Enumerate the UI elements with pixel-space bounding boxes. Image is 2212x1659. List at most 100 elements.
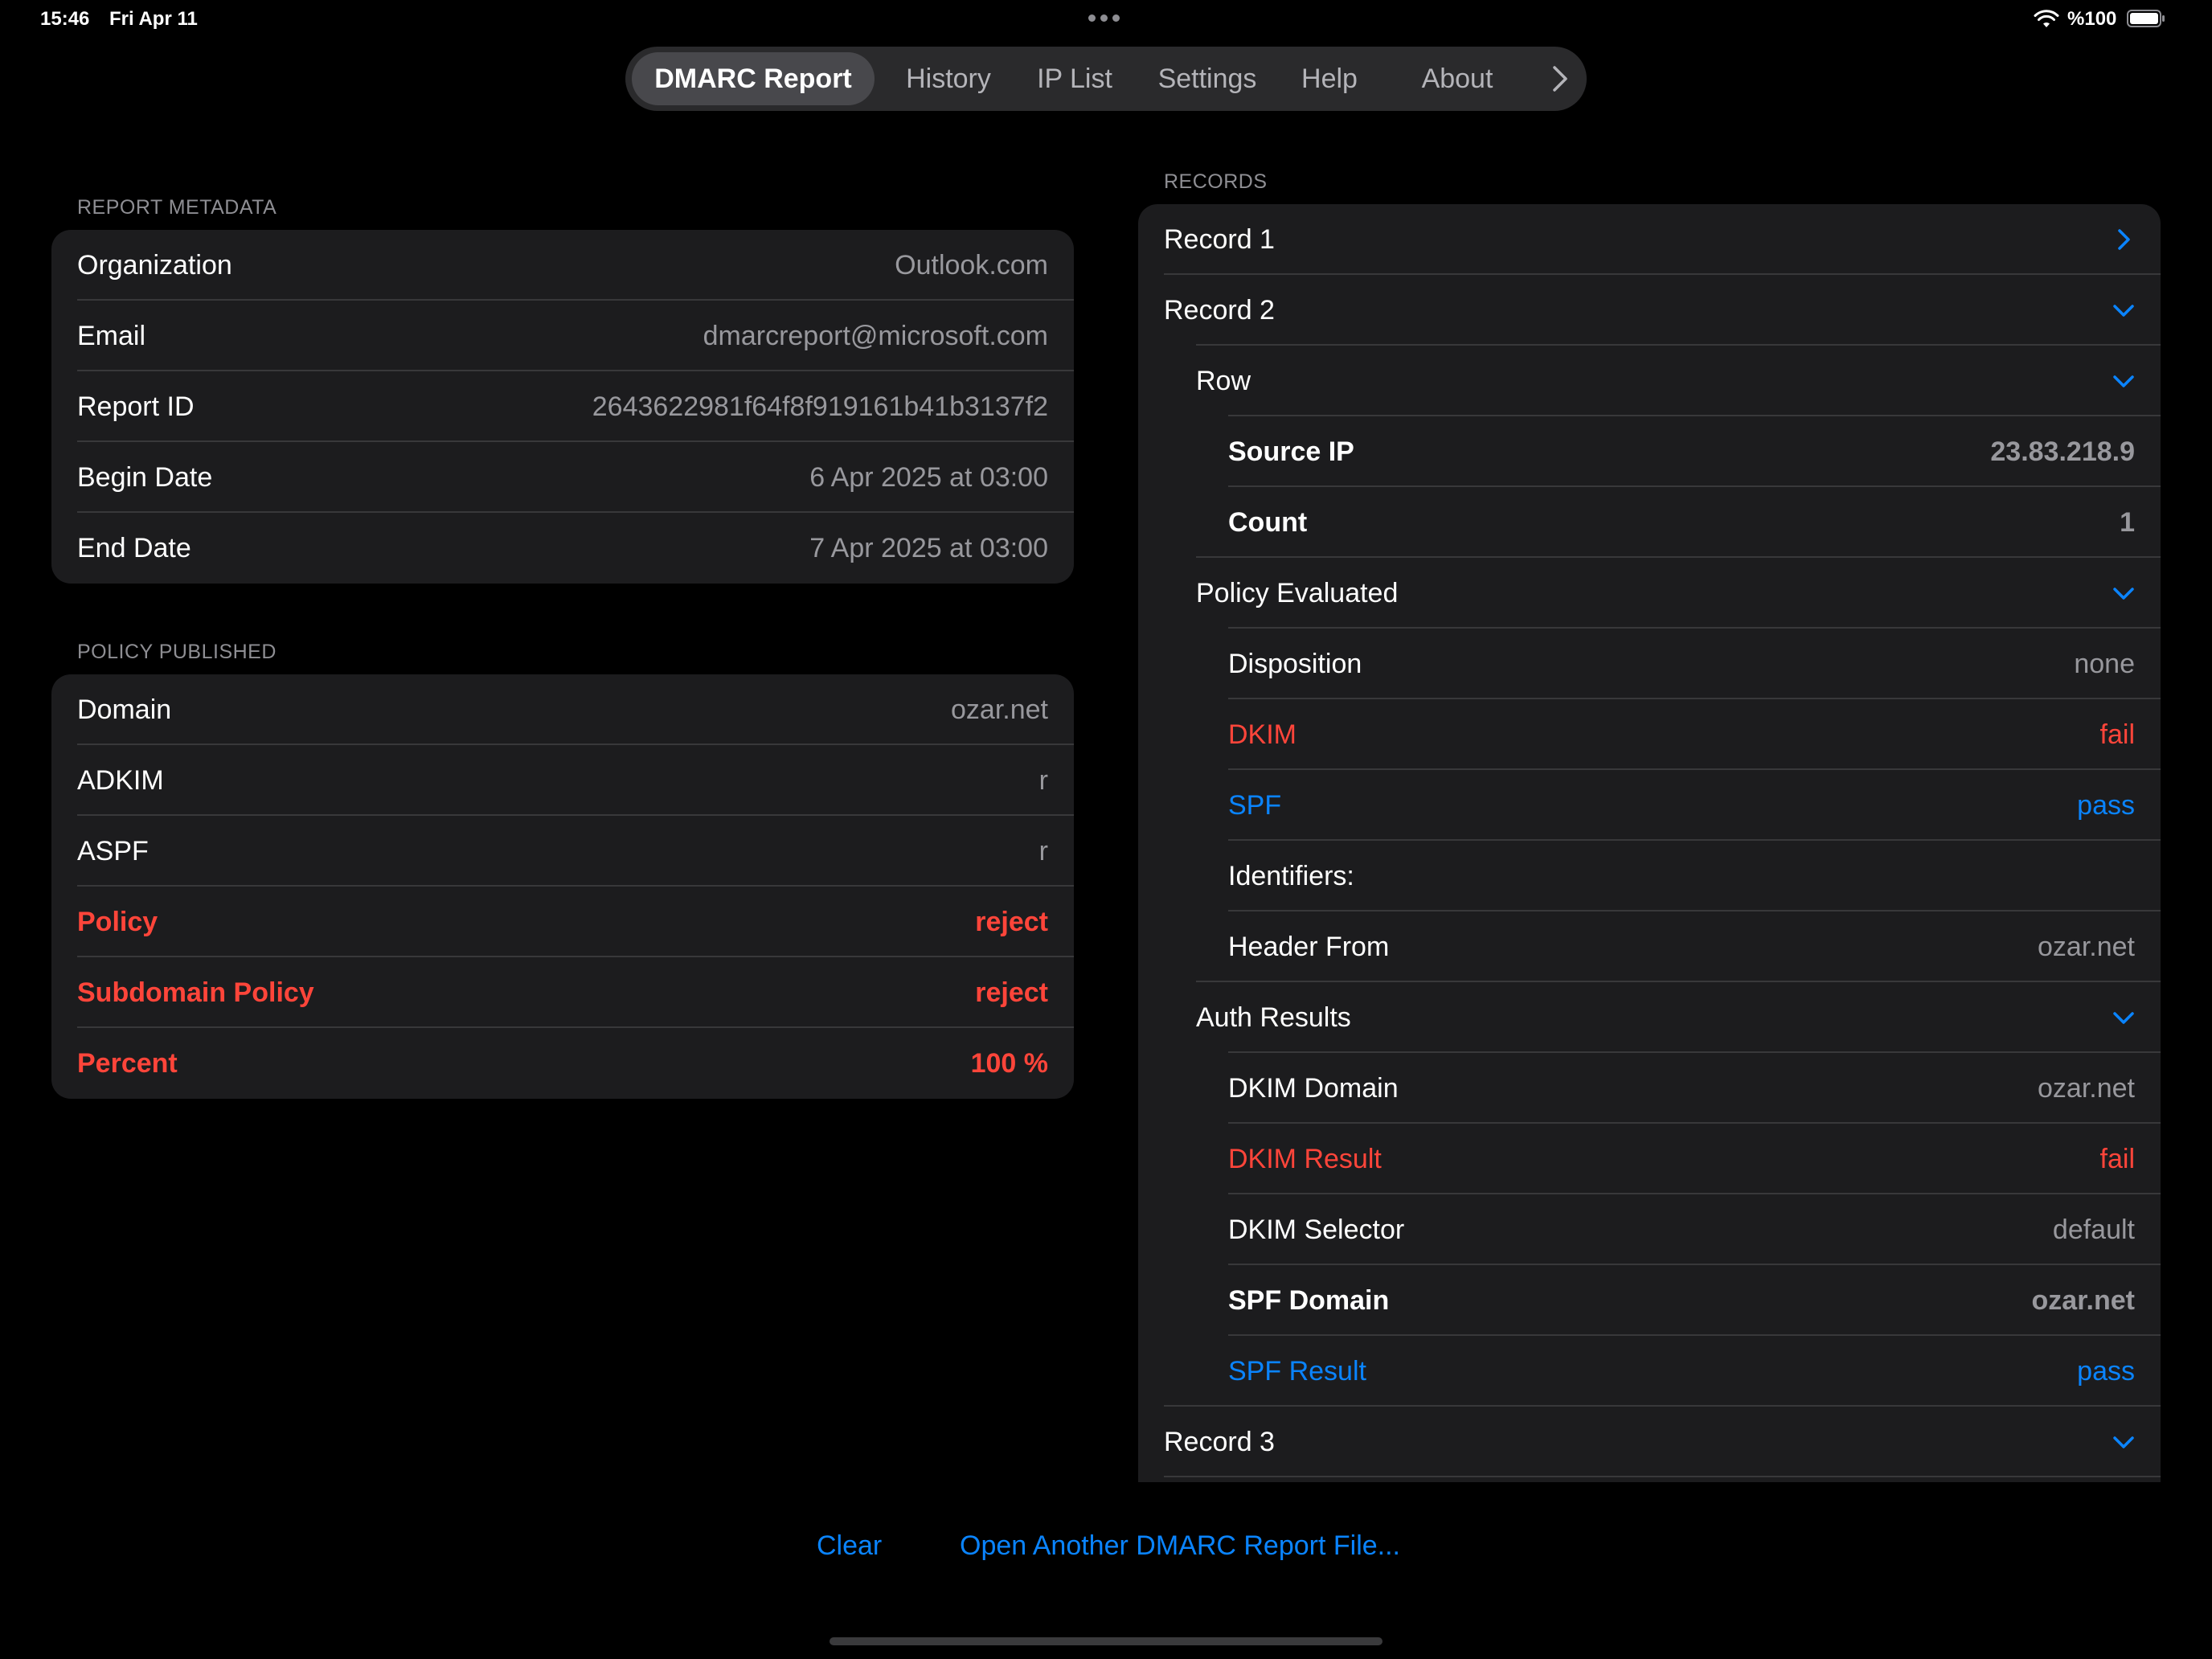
row-value: ozar.net (2031, 1285, 2135, 1316)
row-label: Disposition (1228, 649, 1362, 679)
row-value: dmarcreport@microsoft.com (703, 321, 1048, 351)
dkim-selector-row: DKIM Selector default (1138, 1194, 2161, 1265)
record-row-group[interactable]: Row (1138, 346, 2161, 416)
battery-percent: %100 (2067, 8, 2117, 30)
row-label: SPF Domain (1228, 1285, 1390, 1316)
report-metadata-card: Organization Outlook.com Email dmarcrepo… (51, 230, 1074, 584)
tab-about[interactable]: About (1381, 52, 1534, 105)
disposition-row: Disposition none (1138, 629, 2161, 699)
row-label: End Date (77, 533, 191, 563)
dkim-result-row: DKIM Result fail (1138, 1124, 2161, 1194)
row-label: Policy (77, 907, 158, 937)
row-value: pass (2077, 1356, 2135, 1387)
policy-row-aspf: ASPF r (51, 816, 1074, 887)
wifi-icon (2034, 10, 2059, 27)
row-value: reject (975, 907, 1048, 937)
policy-row-percent: Percent 100 % (51, 1028, 1074, 1099)
metadata-row-report-id: Report ID 2643622981f64f8f919161b41b3137… (51, 371, 1074, 442)
row-group-label: Policy Evaluated (1196, 578, 1399, 608)
chevron-right-icon (2118, 229, 2130, 250)
policy-evaluated-group[interactable]: Policy Evaluated (1138, 558, 2161, 629)
row-label: SPF Result (1228, 1356, 1366, 1387)
home-indicator[interactable] (830, 1637, 1382, 1645)
multitasking-dots-icon[interactable] (1088, 14, 1120, 22)
row-value: 6 Apr 2025 at 03:00 (809, 462, 1048, 493)
count-row: Count 1 (1138, 487, 2161, 558)
row-label: Identifiers: (1228, 861, 1354, 891)
row-label: Source IP (1228, 436, 1354, 467)
record-3-row[interactable]: Record 3 (1138, 1407, 2161, 1477)
record-2-label: Record 2 (1164, 295, 1275, 326)
chevron-down-icon (2113, 1012, 2134, 1024)
spf-row: SPF pass (1138, 770, 2161, 841)
row-value: reject (975, 977, 1048, 1008)
policy-row-policy: Policy reject (51, 887, 1074, 957)
row-value: 1 (2120, 507, 2135, 538)
policy-published-card: Domain ozar.net ADKIM r ASPF r Policy re… (51, 674, 1074, 1099)
record-1-row[interactable]: Record 1 (1138, 204, 2161, 275)
tab-settings[interactable]: Settings (1137, 52, 1278, 105)
row-label: Organization (77, 250, 232, 281)
row-label: Report ID (77, 391, 195, 422)
tab-bar: DMARC Report History IP List Settings He… (625, 47, 1587, 111)
identifiers-row: Identifiers: (1138, 841, 2161, 911)
row-label: Begin Date (77, 462, 213, 493)
row-label: Count (1228, 507, 1308, 538)
row-value: r (1038, 765, 1048, 796)
spf-result-row: SPF Result pass (1138, 1336, 2161, 1407)
row-label: SPF (1228, 790, 1282, 821)
auth-results-group[interactable]: Auth Results (1138, 982, 2161, 1053)
row-label: Percent (77, 1048, 178, 1079)
metadata-row-organization: Organization Outlook.com (51, 230, 1074, 301)
metadata-row-end-date: End Date 7 Apr 2025 at 03:00 (51, 513, 1074, 584)
row-value: fail (2099, 1144, 2135, 1174)
tab-history[interactable]: History (884, 52, 1013, 105)
policy-row-subdomain-policy: Subdomain Policy reject (51, 957, 1074, 1028)
status-date: Fri Apr 11 (109, 8, 198, 30)
row-value: 23.83.218.9 (1990, 436, 2135, 467)
header-from-row: Header From ozar.net (1138, 911, 2161, 982)
tab-dmarc-report[interactable]: DMARC Report (632, 52, 875, 105)
battery-icon (2127, 10, 2165, 27)
records-header: RECORDS (1164, 170, 1268, 193)
row-label: Header From (1228, 932, 1390, 962)
record-2-row[interactable]: Record 2 (1138, 275, 2161, 346)
row-group-label: Auth Results (1196, 1002, 1351, 1033)
row-label: Subdomain Policy (77, 977, 314, 1008)
record-1-label: Record 1 (1164, 224, 1275, 255)
tab-ip-list[interactable]: IP List (1016, 52, 1133, 105)
dkim-row: DKIM fail (1138, 699, 2161, 770)
policy-row-domain: Domain ozar.net (51, 674, 1074, 745)
spf-domain-row: SPF Domain ozar.net (1138, 1265, 2161, 1336)
row-value: 7 Apr 2025 at 03:00 (809, 533, 1048, 563)
record-3-label: Record 3 (1164, 1427, 1275, 1457)
chevron-down-icon (2113, 1436, 2134, 1448)
status-time: 15:46 (40, 8, 90, 30)
policy-published-header: POLICY PUBLISHED (77, 641, 276, 663)
row-value: ozar.net (2038, 1073, 2135, 1104)
row-value: r (1038, 836, 1048, 866)
row-value: ozar.net (2038, 932, 2135, 962)
open-another-report-button[interactable]: Open Another DMARC Report File... (960, 1530, 1400, 1562)
clear-button[interactable]: Clear (817, 1530, 882, 1562)
metadata-row-begin-date: Begin Date 6 Apr 2025 at 03:00 (51, 442, 1074, 513)
row-value: default (2052, 1215, 2135, 1245)
records-card: Record 1 Record 2 Row Source IP 23.83.21… (1138, 204, 2161, 1482)
row-value: none (2074, 649, 2135, 679)
row-value: 100 % (970, 1048, 1048, 1079)
row-label: DKIM (1228, 719, 1296, 750)
row-value: pass (2077, 790, 2135, 821)
row-value: ozar.net (951, 694, 1048, 725)
report-metadata-header: REPORT METADATA (77, 196, 277, 219)
policy-row-adkim: ADKIM r (51, 745, 1074, 816)
row-label: DKIM Result (1228, 1144, 1382, 1174)
chevron-down-icon (2113, 375, 2134, 387)
chevron-right-icon[interactable] (1543, 63, 1575, 95)
row-label: Domain (77, 694, 172, 725)
status-bar: 15:46 Fri Apr 11 %100 (0, 0, 2212, 39)
row-value: fail (2099, 719, 2135, 750)
row-label: Email (77, 321, 146, 351)
row-label: DKIM Domain (1228, 1073, 1399, 1104)
source-ip-row: Source IP 23.83.218.9 (1138, 416, 2161, 487)
tab-help[interactable]: Help (1281, 52, 1378, 105)
